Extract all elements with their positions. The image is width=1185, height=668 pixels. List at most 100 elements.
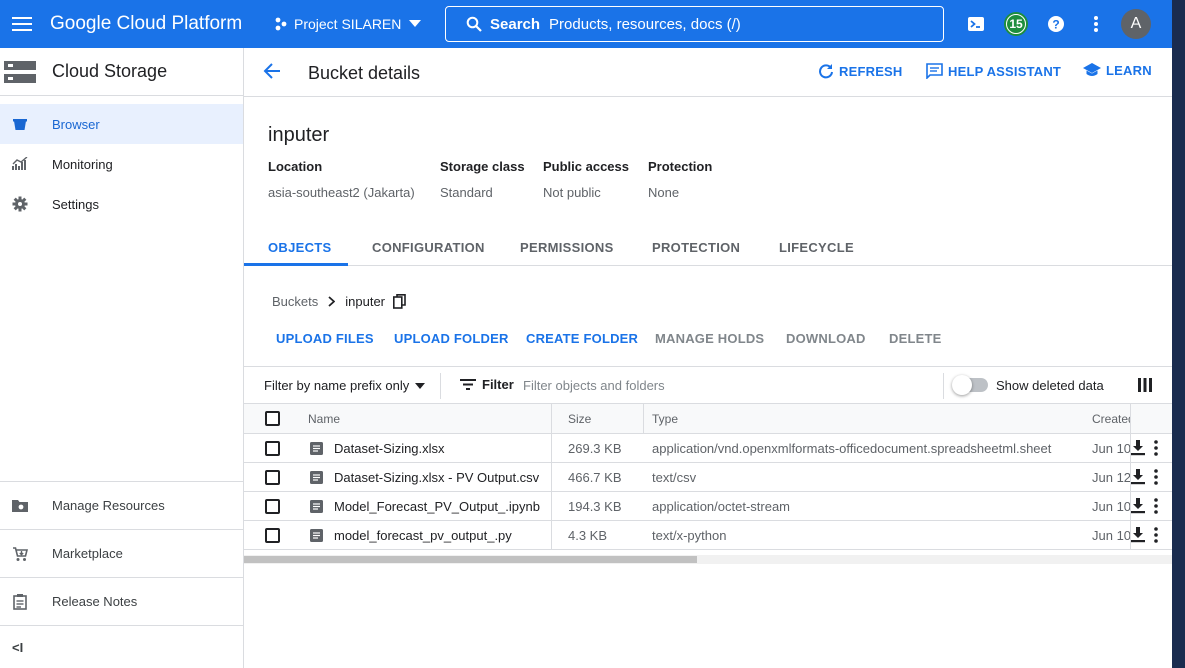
chevron-right-icon xyxy=(328,296,336,307)
refresh-button[interactable]: REFRESH xyxy=(818,63,903,79)
file-created: Jun 10 xyxy=(1092,528,1132,543)
more-vert-icon[interactable] xyxy=(1154,527,1158,546)
prefix-filter-label: Filter by name prefix only xyxy=(264,378,410,393)
sidebar-item-settings[interactable]: Settings xyxy=(0,184,243,224)
sticky-actions-column xyxy=(1130,404,1172,433)
meta-value: asia-southeast2 (Jakarta) xyxy=(268,185,415,200)
copy-icon[interactable] xyxy=(393,294,406,309)
table-row[interactable]: model_forecast_pv_output_.py 4.3 KB text… xyxy=(244,521,1172,550)
filter-button[interactable]: Filter xyxy=(460,377,514,392)
school-icon xyxy=(1083,63,1101,76)
sidebar-bottom: Manage Resources Marketplace Release Not… xyxy=(0,481,243,626)
more-vert-icon[interactable] xyxy=(1084,12,1108,36)
breadcrumb-root[interactable]: Buckets xyxy=(272,294,318,309)
file-name-link[interactable]: Model_Forecast_PV_Output_.ipynb xyxy=(334,499,540,514)
table-row[interactable]: Dataset-Sizing.xlsx - PV Output.csv 466.… xyxy=(244,463,1172,492)
column-header-type[interactable]: Type xyxy=(652,412,678,426)
meta-key: Location xyxy=(268,159,323,174)
page-title: Bucket details xyxy=(308,63,421,83)
cloud-shell-icon[interactable] xyxy=(964,12,988,36)
folder-gear-icon xyxy=(0,499,40,512)
notes-icon xyxy=(0,593,40,610)
avatar[interactable]: A xyxy=(1121,9,1151,39)
upload-folder-button[interactable]: UPLOAD FOLDER xyxy=(394,331,509,346)
filter-input[interactable]: Filter objects and folders xyxy=(523,378,665,393)
file-name-link[interactable]: Dataset-Sizing.xlsx xyxy=(334,441,445,456)
file-created: Jun 10 xyxy=(1092,441,1132,456)
create-folder-button[interactable]: CREATE FOLDER xyxy=(526,331,638,346)
sidebar-item-marketplace[interactable]: Marketplace xyxy=(0,529,243,577)
tab-configuration[interactable]: CONFIGURATION xyxy=(372,240,485,255)
tab-objects[interactable]: OBJECTS xyxy=(268,240,332,255)
file-name-link[interactable]: Dataset-Sizing.xlsx - PV Output.csv xyxy=(334,470,539,485)
show-deleted-toggle[interactable] xyxy=(952,375,988,395)
upload-files-button[interactable]: UPLOAD FILES xyxy=(276,331,374,346)
toggle-knob xyxy=(952,375,972,395)
hamburger-menu-icon[interactable] xyxy=(0,0,44,48)
row-checkbox[interactable] xyxy=(265,499,280,514)
tab-lifecycle[interactable]: LIFECYCLE xyxy=(779,240,854,255)
column-header-name[interactable]: Name xyxy=(308,412,340,426)
row-checkbox[interactable] xyxy=(265,528,280,543)
scrollbar-thumb[interactable] xyxy=(244,556,697,563)
sidebar-item-manage-resources[interactable]: Manage Resources xyxy=(0,481,243,529)
download-icon[interactable] xyxy=(1131,527,1145,546)
learn-button[interactable]: LEARN xyxy=(1083,63,1152,78)
sidebar-item-label: Browser xyxy=(52,116,100,132)
file-icon xyxy=(310,529,323,545)
product-title: Cloud Storage xyxy=(52,61,168,81)
back-arrow-icon[interactable] xyxy=(262,61,282,86)
file-name-link[interactable]: model_forecast_pv_output_.py xyxy=(334,528,512,543)
column-divider xyxy=(551,492,552,521)
download-icon[interactable] xyxy=(1131,498,1145,517)
project-selector[interactable]: Project SILAREN xyxy=(274,6,422,42)
table-header: Name Size Type Created xyxy=(244,404,1172,434)
column-header-created[interactable]: Created xyxy=(1092,412,1135,426)
more-vert-icon[interactable] xyxy=(1154,469,1158,488)
file-size: 269.3 KB xyxy=(568,441,622,456)
file-created: Jun 12 xyxy=(1092,470,1132,485)
file-size: 194.3 KB xyxy=(568,499,622,514)
column-display-icon[interactable] xyxy=(1138,378,1152,395)
file-icon xyxy=(310,442,323,458)
search-box[interactable]: Search Products, resources, docs (/) xyxy=(445,6,944,42)
sidebar-item-monitoring[interactable]: Monitoring xyxy=(0,144,243,184)
sidebar: Cloud Storage Browser Monitoring Setting… xyxy=(0,48,244,668)
file-icon xyxy=(310,471,323,487)
tab-permissions[interactable]: PERMISSIONS xyxy=(520,240,614,255)
prefix-filter-select[interactable]: Filter by name prefix only xyxy=(264,378,426,393)
row-checkbox[interactable] xyxy=(265,470,280,485)
brand-title[interactable]: Google Cloud Platform xyxy=(50,13,260,35)
main-content: Bucket details REFRESH HELP ASSISTANT LE… xyxy=(244,48,1172,668)
refresh-label: REFRESH xyxy=(839,63,903,79)
more-vert-icon[interactable] xyxy=(1154,440,1158,459)
sidebar-item-browser[interactable]: Browser xyxy=(0,104,243,144)
download-button[interactable]: DOWNLOAD xyxy=(786,331,866,346)
column-divider xyxy=(551,521,552,550)
download-icon[interactable] xyxy=(1131,469,1145,488)
help-icon[interactable]: ? xyxy=(1044,12,1068,36)
select-all-checkbox[interactable] xyxy=(265,411,280,426)
column-header-size[interactable]: Size xyxy=(568,412,591,426)
table-row[interactable]: Dataset-Sizing.xlsx 269.3 KB application… xyxy=(244,434,1172,463)
manage-holds-button[interactable]: MANAGE HOLDS xyxy=(655,331,764,346)
column-divider xyxy=(551,434,552,463)
cart-icon xyxy=(0,546,40,562)
tab-protection[interactable]: PROTECTION xyxy=(652,240,740,255)
table-row[interactable]: Model_Forecast_PV_Output_.ipynb 194.3 KB… xyxy=(244,492,1172,521)
help-assistant-button[interactable]: HELP ASSISTANT xyxy=(926,63,1061,79)
product-header: Cloud Storage xyxy=(0,48,243,96)
filter-bar: Filter by name prefix only Filter Filter… xyxy=(244,366,1172,404)
row-checkbox[interactable] xyxy=(265,441,280,456)
download-icon[interactable] xyxy=(1131,440,1145,459)
file-type: application/vnd.openxmlformats-officedoc… xyxy=(652,441,1052,456)
meta-storage-class: Storage class Standard xyxy=(440,159,525,200)
notification-badge[interactable]: 15 xyxy=(1004,12,1028,36)
sidebar-item-release-notes[interactable]: Release Notes xyxy=(0,577,243,625)
show-deleted-label: Show deleted data xyxy=(996,378,1104,393)
more-vert-icon[interactable] xyxy=(1154,498,1158,517)
delete-button[interactable]: DELETE xyxy=(889,331,941,346)
file-type: application/octet-stream xyxy=(652,499,791,514)
collapse-sidebar-button[interactable]: <I xyxy=(12,640,23,655)
meta-value: Not public xyxy=(543,185,601,200)
